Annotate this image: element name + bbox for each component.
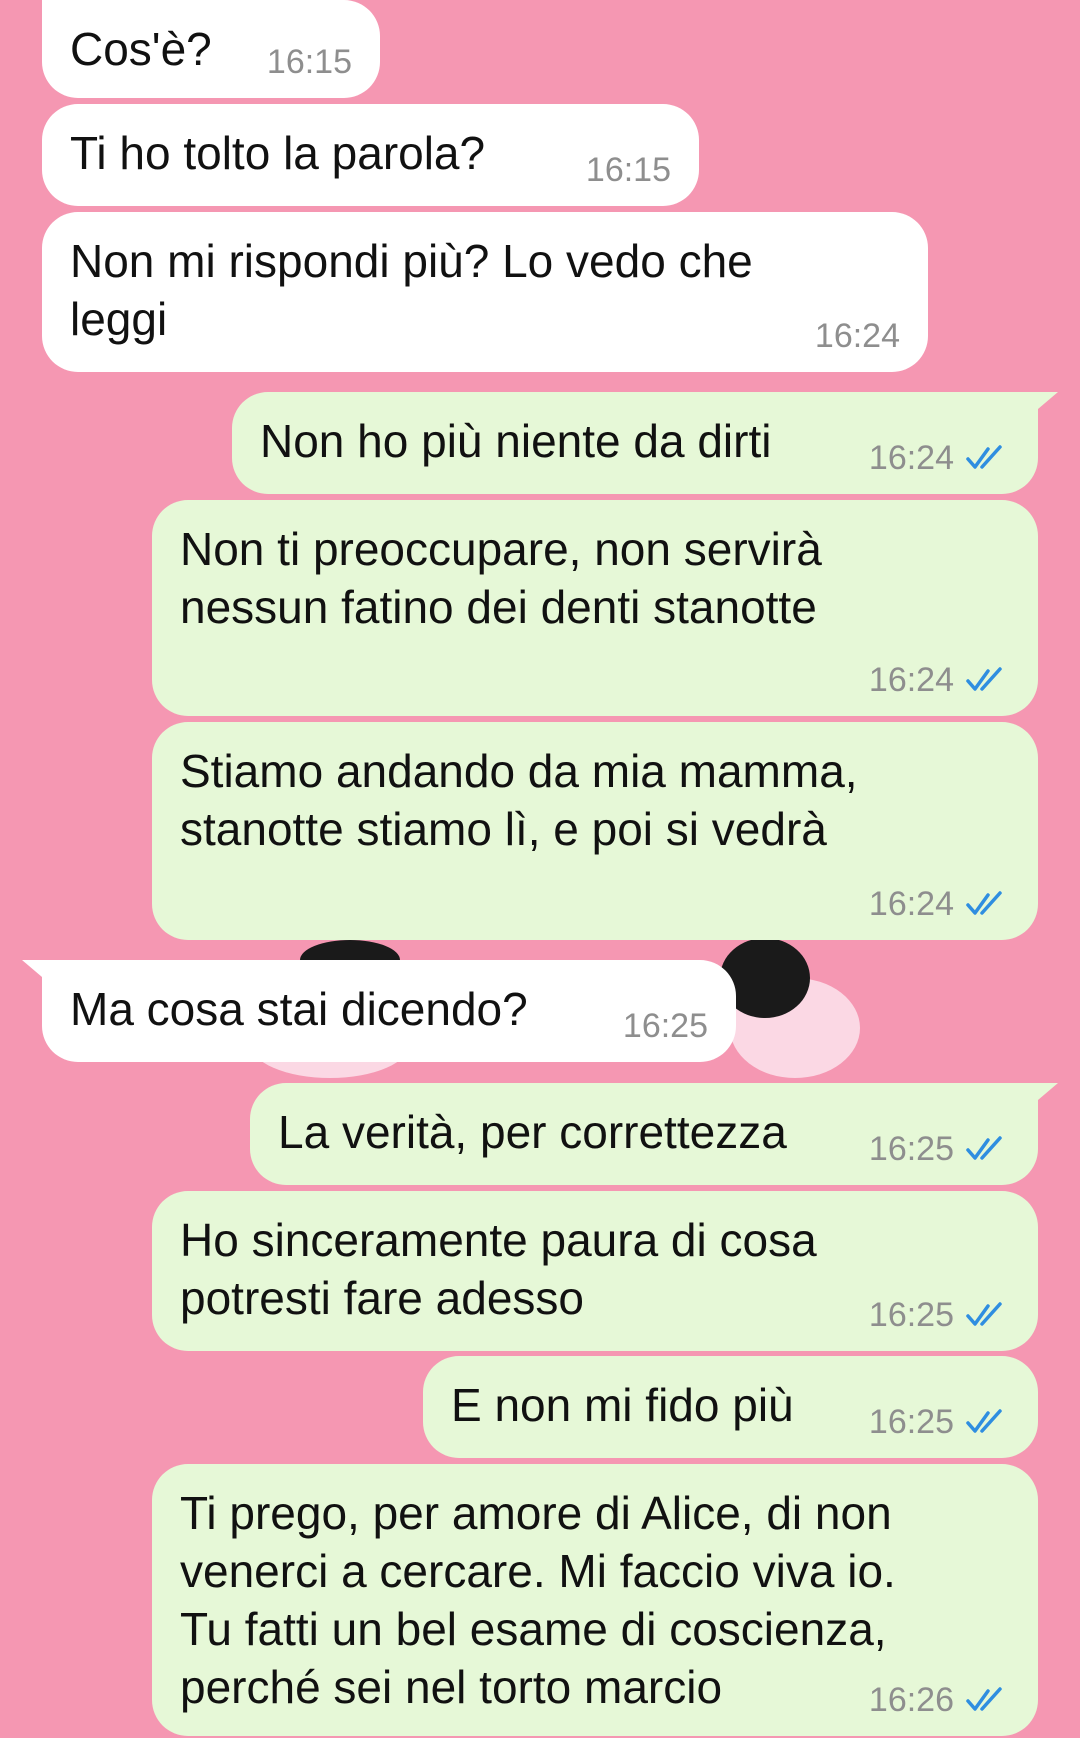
message-time: 16:24 xyxy=(814,317,900,355)
message-time: 16:25 xyxy=(622,1007,708,1045)
double-check-icon xyxy=(966,667,1002,691)
message-meta: 16:25 xyxy=(869,1402,1010,1442)
double-check-icon xyxy=(966,1409,1002,1433)
message-meta: 16:24 xyxy=(869,884,1010,924)
double-check-icon xyxy=(966,1136,1002,1160)
message-outgoing[interactable]: La verità, per correttezza 16:25 xyxy=(250,1083,1058,1185)
message-meta: 16:24 xyxy=(815,316,900,356)
message-outgoing[interactable]: Stiamo andando da mia mamma, stanotte st… xyxy=(152,722,1038,940)
message-incoming[interactable]: Non mi rispondi più? Lo vedo che leggi 1… xyxy=(42,212,928,372)
message-incoming[interactable]: Ma cosa stai dicendo? 16:25 xyxy=(22,960,736,1062)
message-outgoing[interactable]: Non ho più niente da dirti 16:24 xyxy=(232,392,1058,494)
chat-conversation: Cos'è? 16:15 Ti ho tolto la parola? 16:1… xyxy=(0,0,1080,1738)
message-text: Ti prego, per amore di Alice, di non ven… xyxy=(180,1487,908,1713)
message-meta: 16:25 xyxy=(869,1129,1010,1169)
bubble-tail xyxy=(22,960,62,994)
message-text: Non mi rispondi più? Lo vedo che leggi xyxy=(70,235,766,345)
message-time: 16:24 xyxy=(868,661,954,699)
message-incoming[interactable]: Ti ho tolto la parola? 16:15 xyxy=(42,104,699,206)
message-time: 16:15 xyxy=(585,151,671,189)
message-text: Non ti preoccupare, non servirà nessun f… xyxy=(180,523,835,633)
message-meta: 16:25 xyxy=(869,1295,1010,1335)
message-outgoing[interactable]: Ho sinceramente paura di cosa potresti f… xyxy=(152,1191,1038,1351)
message-time: 16:25 xyxy=(868,1130,954,1168)
message-time: 16:26 xyxy=(868,1681,954,1719)
message-outgoing[interactable]: E non mi fido più 16:25 xyxy=(423,1356,1038,1458)
message-meta: 16:25 xyxy=(623,1006,708,1046)
double-check-icon xyxy=(966,1687,1002,1711)
message-time: 16:25 xyxy=(868,1296,954,1334)
double-check-icon xyxy=(966,445,1002,469)
bubble-tail xyxy=(1018,392,1058,426)
message-meta: 16:24 xyxy=(869,438,1010,478)
message-time: 16:24 xyxy=(868,439,954,477)
double-check-icon xyxy=(966,891,1002,915)
message-meta: 16:26 xyxy=(869,1680,1010,1720)
message-meta: 16:15 xyxy=(586,150,671,190)
message-time: 16:15 xyxy=(266,43,352,81)
message-outgoing[interactable]: Ti prego, per amore di Alice, di non ven… xyxy=(152,1464,1038,1736)
message-meta: 16:24 xyxy=(869,660,1010,700)
message-text: Ho sinceramente paura di cosa potresti f… xyxy=(180,1214,830,1324)
double-check-icon xyxy=(966,1302,1002,1326)
message-text: Stiamo andando da mia mamma, stanotte st… xyxy=(180,745,871,855)
message-text: Ti ho tolto la parola? xyxy=(70,127,486,179)
bubble-tail xyxy=(1018,1083,1058,1117)
message-time: 16:25 xyxy=(868,1403,954,1441)
message-time: 16:24 xyxy=(868,885,954,923)
message-text: Ma cosa stai dicendo? xyxy=(70,983,528,1035)
message-incoming[interactable]: Cos'è? 16:15 xyxy=(42,0,380,98)
message-meta: 16:15 xyxy=(267,42,352,82)
message-outgoing[interactable]: Non ti preoccupare, non servirà nessun f… xyxy=(152,500,1038,716)
